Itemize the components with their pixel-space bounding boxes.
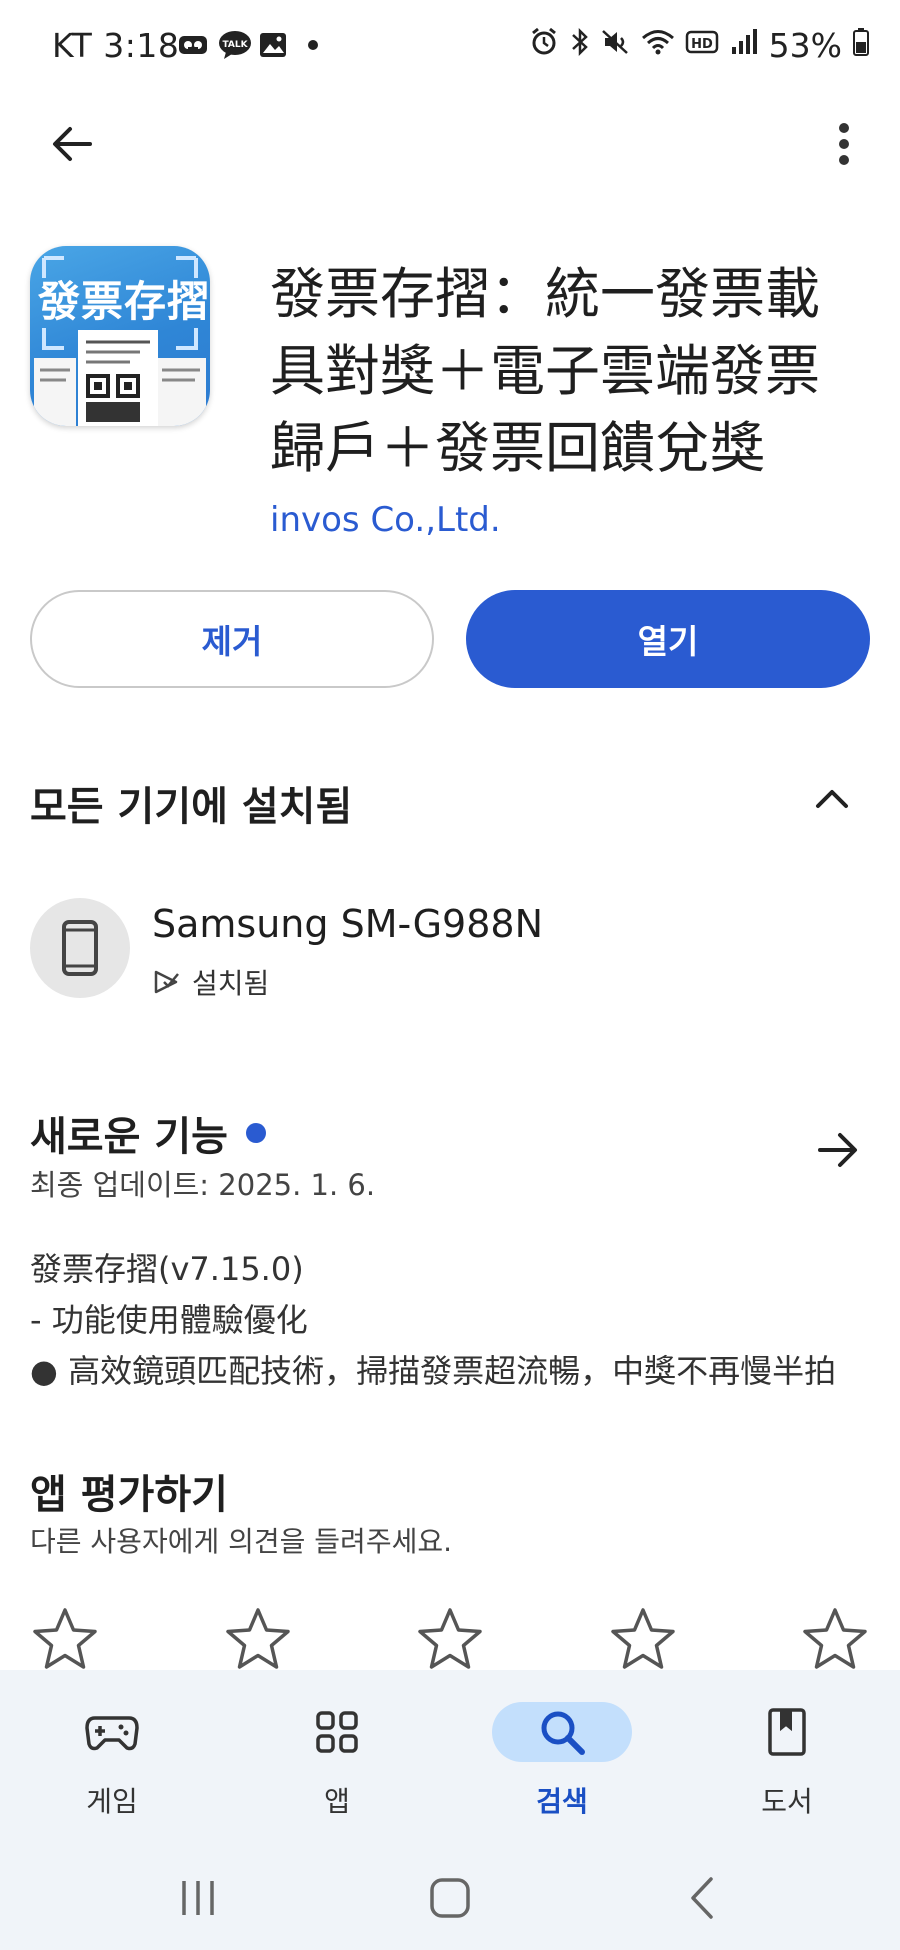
dot-icon — [298, 30, 328, 60]
home-button[interactable] — [410, 1868, 490, 1928]
phone-icon — [62, 920, 98, 976]
nav-item-search[interactable]: 검색 — [487, 1702, 637, 1820]
voicemail-icon — [178, 30, 208, 60]
star-outline-icon — [225, 1608, 290, 1669]
wifi-icon — [641, 26, 675, 65]
release-note-line: - 功能使用體驗優化 — [30, 1301, 308, 1339]
star-outline-icon — [610, 1608, 675, 1669]
whats-new-title-text: 새로운 기능 — [30, 1114, 228, 1160]
status-left-icons: TALK — [178, 30, 328, 60]
nav-item-books[interactable]: 도서 — [712, 1702, 862, 1820]
device-row[interactable]: Samsung SM-G988N 설치됨 — [30, 896, 870, 1006]
rate-app-subtitle: 다른 사용자에게 의견을 들려주세요. — [30, 1525, 453, 1558]
nav-active-indicator — [492, 1702, 632, 1762]
star-2[interactable] — [223, 1604, 293, 1674]
status-right: HD 53% — [529, 26, 870, 65]
status-carrier-time: KT 3:18 — [52, 26, 180, 65]
svg-text:TALK: TALK — [222, 40, 248, 50]
more-vert-icon — [839, 123, 849, 165]
home-icon — [430, 1878, 470, 1918]
nav-item-apps[interactable]: 앱 — [262, 1702, 412, 1820]
more-options-button[interactable] — [812, 112, 876, 176]
arrow-right-icon — [818, 1133, 857, 1167]
installed-section-title: 모든 기기에 설치됨 — [30, 784, 353, 830]
nav-label-books: 도서 — [761, 1785, 813, 1818]
recents-button[interactable] — [158, 1868, 238, 1928]
gamepad-icon — [85, 1716, 139, 1751]
developer-link[interactable]: invos Co.,Ltd. — [270, 500, 501, 540]
device-avatar — [30, 898, 130, 998]
release-note-line: ● 高效鏡頭匹配技術，掃描發票超流暢，中獎不再慢半拍 — [30, 1352, 837, 1390]
whats-new-more-button[interactable] — [806, 1118, 870, 1182]
status-bar: KT 3:18 TALK HD 53% — [0, 0, 900, 100]
app-icon-text: 發票存摺 — [38, 277, 210, 326]
collapse-button[interactable] — [800, 770, 864, 826]
bluetooth-icon — [569, 26, 591, 65]
star-outline-icon — [418, 1608, 482, 1669]
mute-icon — [601, 26, 631, 65]
nav-item-games[interactable]: 게임 — [37, 1702, 187, 1820]
uninstall-button[interactable]: 제거 — [30, 590, 434, 688]
signal-icon — [729, 26, 759, 65]
last-update: 최종 업데이트: 2025. 1. 6. — [30, 1168, 376, 1202]
release-note-line: 發票存摺(v7.15.0) — [30, 1250, 304, 1288]
bottom-nav: 게임 앱 검색 도서 — [0, 1670, 900, 1850]
alarm-icon — [529, 26, 559, 65]
app-icon: 發票存摺 — [30, 246, 210, 426]
hd-icon: HD — [685, 26, 719, 65]
chevron-up-icon — [816, 790, 848, 808]
gallery-icon — [258, 30, 288, 60]
star-rating — [30, 1604, 870, 1674]
star-1[interactable] — [30, 1604, 100, 1674]
star-4[interactable] — [608, 1604, 678, 1674]
device-name: Samsung SM-G988N — [152, 902, 544, 946]
nav-label-apps: 앱 — [324, 1785, 350, 1818]
battery-icon — [852, 26, 870, 65]
nav-label-games: 게임 — [86, 1785, 138, 1818]
battery-text: 53% — [768, 26, 842, 65]
back-button[interactable] — [40, 112, 104, 176]
app-title: 發票存摺：統一發票載具對獎＋電子雲端發票歸戶＋發票回饋兌獎 — [270, 262, 821, 480]
search-icon — [541, 1711, 585, 1755]
arrow-left-icon — [53, 127, 92, 161]
svg-text:HD: HD — [691, 37, 713, 52]
device-status-label: 설치됨 — [192, 967, 270, 1000]
release-notes: 發票存摺(v7.15.0) - 功能使用體驗優化 ● 高效鏡頭匹配技術，掃描發票… — [30, 1244, 870, 1397]
system-nav-bar — [0, 1850, 900, 1950]
kakaotalk-icon: TALK — [218, 30, 251, 60]
chevron-left-icon — [691, 1877, 713, 1919]
whats-new-title: 새로운 기능 — [30, 1104, 266, 1162]
installed-check-icon — [154, 970, 179, 994]
recents-icon — [182, 1881, 214, 1915]
star-3[interactable] — [415, 1604, 485, 1674]
device-status: 설치됨 — [152, 962, 269, 1002]
apps-grid-icon — [316, 1711, 358, 1753]
rate-app-title: 앱 평가하기 — [30, 1472, 228, 1518]
system-back-button[interactable] — [662, 1868, 742, 1928]
star-5[interactable] — [800, 1604, 870, 1674]
star-outline-icon — [803, 1608, 867, 1669]
open-button[interactable]: 열기 — [466, 590, 870, 688]
star-outline-icon — [33, 1608, 97, 1669]
nav-label-search: 검색 — [536, 1785, 588, 1818]
book-icon — [768, 1708, 806, 1756]
new-indicator-dot — [245, 1123, 266, 1143]
